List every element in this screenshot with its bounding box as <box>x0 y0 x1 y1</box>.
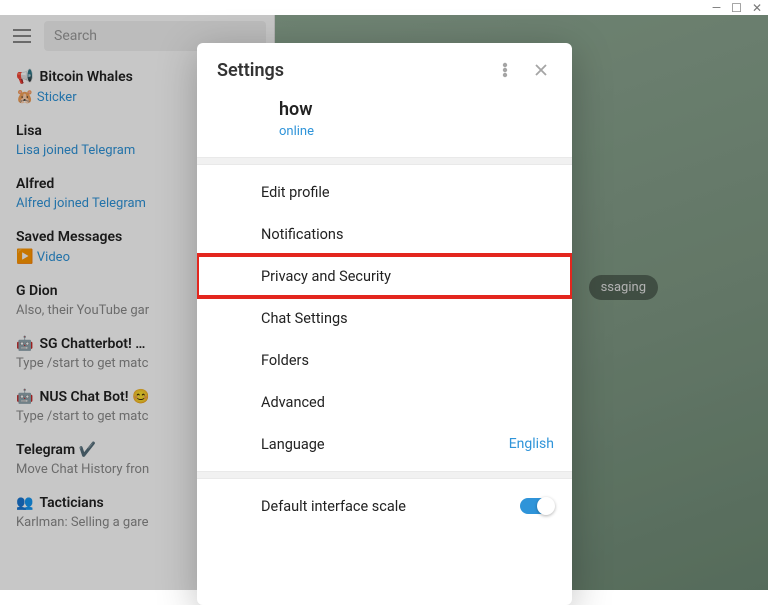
settings-row-label: Chat Settings <box>261 310 554 327</box>
sliders-icon <box>215 391 237 413</box>
close-icon[interactable] <box>528 57 554 83</box>
settings-row-label: Language <box>261 436 485 453</box>
settings-row-label: Notifications <box>261 226 554 243</box>
minimize-button[interactable]: — <box>712 2 721 14</box>
settings-row-privacy[interactable]: Privacy and Security <box>197 255 572 297</box>
settings-row-notifications[interactable]: Notifications <box>197 213 572 255</box>
settings-row-label: Folders <box>261 352 554 369</box>
settings-row-folders[interactable]: Folders <box>197 339 572 381</box>
settings-modal: Settings how online Edit profile Notifica… <box>197 43 572 605</box>
scale-toggle[interactable] <box>520 498 554 514</box>
profile-status: online <box>279 124 552 139</box>
settings-row-language[interactable]: Language English <box>197 423 572 465</box>
profile-section[interactable]: how online <box>197 93 572 157</box>
info-icon <box>215 181 237 203</box>
settings-row-chat-settings[interactable]: Chat Settings <box>197 297 572 339</box>
folder-icon <box>215 349 237 371</box>
eye-icon <box>215 495 237 517</box>
language-icon <box>215 433 237 455</box>
settings-row-advanced[interactable]: Advanced <box>197 381 572 423</box>
profile-name: how <box>279 99 552 120</box>
bell-icon <box>215 223 237 245</box>
settings-row-label: Privacy and Security <box>261 268 554 285</box>
default-scale-label: Default interface scale <box>261 498 496 515</box>
settings-menu: Edit profile Notifications Privacy and Sec… <box>197 165 572 471</box>
settings-row-label: Edit profile <box>261 184 554 201</box>
default-scale-row[interactable]: Default interface scale <box>197 485 572 527</box>
settings-title: Settings <box>217 60 482 81</box>
close-window-button[interactable]: ✕ <box>752 2 762 14</box>
settings-row-edit-profile[interactable]: Edit profile <box>197 171 572 213</box>
lock-icon <box>215 265 237 287</box>
separator <box>197 157 572 165</box>
maximize-button[interactable]: ☐ <box>731 2 742 14</box>
titlebar: — ☐ ✕ <box>0 0 768 15</box>
settings-row-value: English <box>509 436 554 452</box>
settings-row-label: Advanced <box>261 394 554 411</box>
more-icon[interactable] <box>492 57 518 83</box>
separator <box>197 471 572 479</box>
chat-icon <box>215 307 237 329</box>
